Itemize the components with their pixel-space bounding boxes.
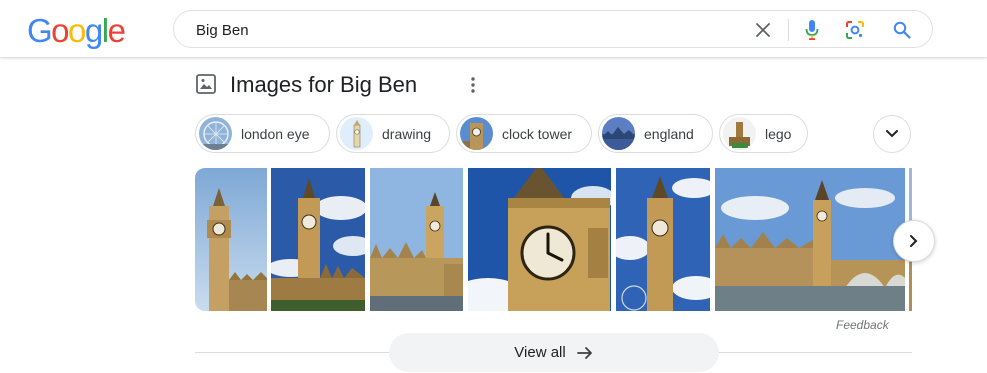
image-result[interactable] (468, 168, 611, 311)
chip-label: england (644, 125, 694, 142)
chip-label: london eye (241, 125, 310, 142)
logo-letter: e (107, 12, 126, 49)
image-result[interactable] (271, 168, 365, 311)
carousel-next-button[interactable] (893, 220, 935, 262)
google-logo[interactable]: Google (27, 12, 126, 49)
chevron-down-icon (886, 130, 898, 138)
chevron-right-icon (910, 235, 918, 247)
images-section-heading: Images for Big Ben (195, 70, 495, 100)
arrow-right-icon (576, 346, 592, 359)
clear-icon[interactable] (752, 19, 774, 41)
view-all-button[interactable]: View all (389, 333, 719, 372)
chip-thumbnail (460, 117, 493, 150)
image-icon (196, 74, 216, 94)
search-divider (788, 19, 789, 41)
image-result[interactable] (195, 168, 267, 311)
expand-chips-button[interactable] (873, 115, 911, 153)
chip-thumbnail (602, 117, 635, 150)
chip-label: lego (765, 125, 792, 142)
chip-thumbnail (199, 117, 232, 150)
chip-label: clock tower (502, 125, 573, 142)
search-input[interactable] (196, 19, 736, 41)
header: Google (0, 0, 987, 57)
more-options-icon[interactable] (463, 74, 483, 96)
image-carousel (195, 168, 912, 311)
chip-lego[interactable]: lego (719, 114, 808, 153)
logo-letter: o (51, 12, 69, 49)
chip-clock-tower[interactable]: clock tower (456, 114, 592, 153)
logo-letter: o (68, 12, 86, 49)
chip-thumbnail (723, 117, 756, 150)
section-title: Images for Big Ben (230, 72, 418, 97)
search-box (173, 10, 933, 48)
image-result[interactable] (370, 168, 463, 311)
chip-london-eye[interactable]: london eye (195, 114, 330, 153)
mic-icon[interactable] (801, 19, 823, 41)
chip-drawing[interactable]: drawing (336, 114, 450, 153)
image-result[interactable] (715, 168, 905, 311)
logo-letter: G (27, 12, 53, 49)
logo-letter: g (84, 12, 103, 49)
chip-england[interactable]: england (598, 114, 713, 153)
search-icon[interactable] (891, 19, 913, 41)
image-result[interactable] (616, 168, 710, 311)
lens-icon[interactable] (844, 19, 866, 41)
view-all-label: View all (514, 344, 566, 361)
feedback-link[interactable]: Feedback (836, 318, 889, 332)
chip-thumbnail (340, 117, 373, 150)
chip-label: drawing (382, 125, 432, 142)
